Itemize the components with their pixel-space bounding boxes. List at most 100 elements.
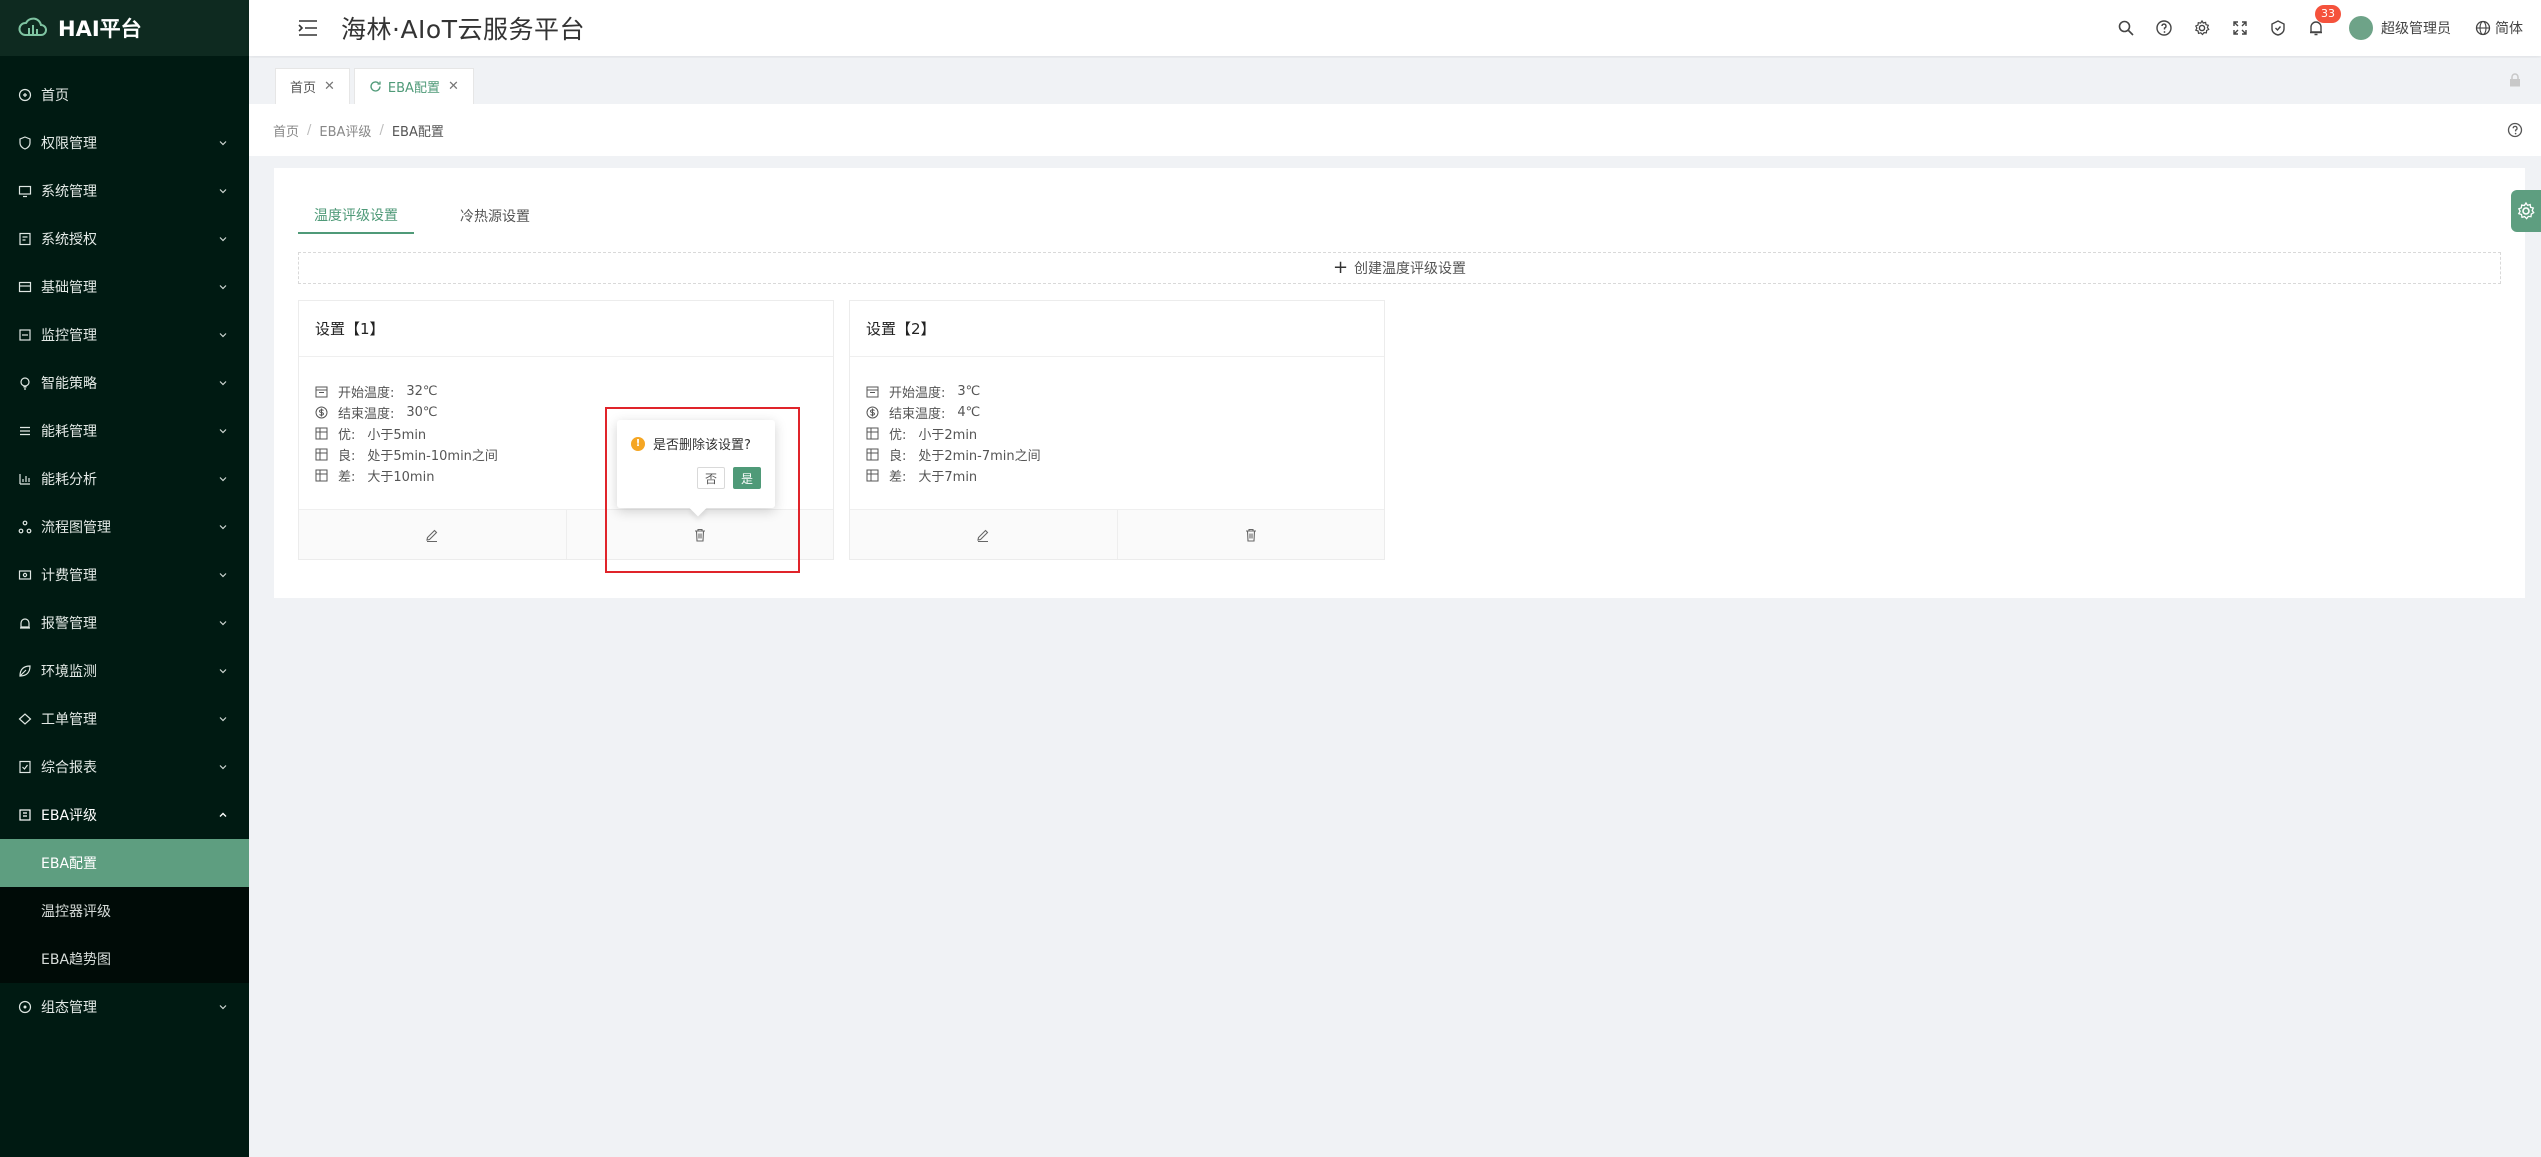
sidebar-item-billing[interactable]: 计费管理 [0, 551, 249, 599]
delete-button[interactable] [1116, 510, 1385, 559]
sidebar-item-alarm[interactable]: 报警管理 [0, 599, 249, 647]
bill-icon [18, 568, 32, 582]
sidebar-subitem-thermostat-rating[interactable]: 温控器评级 [0, 887, 249, 935]
sidebar-item-monitor[interactable]: 监控管理 [0, 311, 249, 359]
sidebar-item-workorder[interactable]: 工单管理 [0, 695, 249, 743]
sidebar-item-permission[interactable]: 权限管理 [0, 119, 249, 167]
user-name[interactable]: 超级管理员 [2381, 18, 2451, 38]
close-icon[interactable]: ✕ [448, 79, 459, 94]
sidebar-item-energy[interactable]: 能耗管理 [0, 407, 249, 455]
sidebar-subitem-eba-trend[interactable]: EBA趋势图 [0, 935, 249, 983]
sidebar-item-eba[interactable]: EBA评级 [0, 791, 249, 839]
monitor-icon [18, 328, 32, 342]
sidebar-item-label: 综合报表 [41, 760, 97, 776]
sidebar-item-label: 权限管理 [41, 136, 97, 152]
sidebar-item-label: 流程图管理 [41, 520, 111, 536]
auth-icon [18, 232, 32, 246]
chevron-up-icon [217, 809, 229, 821]
menu-toggle-icon[interactable] [297, 18, 319, 38]
home-icon [18, 88, 32, 102]
box-icon [18, 280, 32, 294]
config-icon [18, 1000, 32, 1014]
globe-icon [2475, 20, 2491, 36]
eba-submenu: EBA配置 温控器评级 EBA趋势图 [0, 839, 249, 983]
sidebar-item-basic[interactable]: 基础管理 [0, 263, 249, 311]
page-tab-home[interactable]: 首页 ✕ [275, 68, 350, 104]
sidebar: HAI平台 首页 权限管理 系统管理 系统授权 基础管理 监控管理 智能策略 能… [0, 0, 249, 1157]
calendar-icon [315, 385, 328, 398]
sidebar-item-label: 报警管理 [41, 616, 97, 632]
cloud-logo-icon [18, 17, 47, 36]
sidebar-item-energy-analysis[interactable]: 能耗分析 [0, 455, 249, 503]
breadcrumb-eba[interactable]: EBA评级 [319, 121, 371, 140]
chevron-down-icon [217, 281, 229, 293]
brand-name: HAI平台 [58, 17, 142, 41]
sidebar-item-configuration[interactable]: 组态管理 [0, 983, 249, 1031]
report-icon [18, 760, 32, 774]
lock-icon[interactable] [2507, 72, 2523, 88]
card-body: 开始温度: 3℃ 结束温度: 4℃ 优: 小于2min 良: 处于2min-7min之间… [850, 357, 1384, 507]
grid-icon [866, 469, 879, 482]
help-icon[interactable] [2155, 19, 2173, 37]
flow-icon [18, 520, 32, 534]
sidebar-item-authorization[interactable]: 系统授权 [0, 215, 249, 263]
sidebar-item-label: 能耗分析 [41, 472, 97, 488]
confirm-message: ! 是否删除该设置? [631, 434, 761, 453]
floating-settings-button[interactable] [2511, 190, 2541, 232]
card-row-poor: 差: 大于7min [866, 465, 1368, 486]
page-tab-eba-config[interactable]: EBA配置 ✕ [353, 68, 474, 104]
card-title: 设置【1】 [299, 301, 833, 357]
search-icon[interactable] [2117, 19, 2135, 37]
sidebar-item-environment[interactable]: 环境监测 [0, 647, 249, 695]
sidebar-subitem-eba-config[interactable]: EBA配置 [0, 839, 249, 887]
language-label: 简体 [2495, 21, 2523, 37]
chevron-down-icon [217, 377, 229, 389]
sidebar-item-home[interactable]: 首页 [0, 71, 249, 119]
card-row-excellent: 优: 小于2min [866, 423, 1368, 444]
tab-temperature-rating[interactable]: 温度评级设置 [298, 198, 414, 234]
chevron-down-icon [217, 329, 229, 341]
edit-button[interactable] [850, 510, 1117, 559]
list-icon [18, 424, 32, 438]
sidebar-item-label: 系统授权 [41, 232, 97, 248]
edit-icon [977, 529, 989, 542]
chevron-down-icon [217, 185, 229, 197]
bulb-icon [18, 376, 32, 390]
fullscreen-icon[interactable] [2231, 19, 2249, 37]
create-rating-button[interactable]: + 创建温度评级设置 [298, 252, 2501, 284]
card-row-start-temp: 开始温度: 32℃ [315, 381, 817, 402]
delete-confirm-popover: ! 是否删除该设置? 否 是 [617, 420, 775, 517]
alarm-icon [18, 616, 32, 630]
page-tabs-bar: 首页 ✕ EBA配置 ✕ [249, 58, 2541, 104]
close-icon[interactable]: ✕ [324, 79, 335, 94]
brand[interactable]: HAI平台 [0, 0, 249, 56]
breadcrumb-home[interactable]: 首页 [273, 121, 299, 140]
help-icon[interactable] [2507, 122, 2523, 138]
rating-card-2: 设置【2】 开始温度: 3℃ 结束温度: 4℃ 优: 小于2min 良: 处于2min-… [849, 300, 1385, 560]
notification-badge: 33 [2315, 5, 2341, 23]
chevron-down-icon [217, 1001, 229, 1013]
gear-icon [2517, 201, 2535, 220]
cancel-button[interactable]: 否 [697, 467, 725, 489]
sidebar-item-flow[interactable]: 流程图管理 [0, 503, 249, 551]
sidebar-item-system[interactable]: 系统管理 [0, 167, 249, 215]
sidebar-item-strategy[interactable]: 智能策略 [0, 359, 249, 407]
grid-icon [315, 427, 328, 440]
tab-heat-cold-source[interactable]: 冷热源设置 [444, 198, 546, 234]
confirm-button[interactable]: 是 [733, 467, 761, 489]
breadcrumb-current: EBA配置 [391, 124, 444, 140]
gear-icon[interactable] [2193, 19, 2211, 37]
theme-icon[interactable] [2269, 19, 2287, 37]
avatar[interactable] [2349, 16, 2373, 40]
plus-icon: + [1332, 257, 1349, 278]
refresh-icon[interactable] [369, 80, 382, 93]
edit-button[interactable] [299, 510, 566, 559]
delete-button[interactable] [565, 510, 834, 559]
sidebar-item-report[interactable]: 综合报表 [0, 743, 249, 791]
sidebar-item-label: EBA评级 [41, 808, 98, 824]
breadcrumb: 首页 / EBA评级 / EBA配置 [249, 104, 2541, 156]
bell-icon[interactable]: 33 [2307, 5, 2341, 37]
sidebar-item-label: 监控管理 [41, 328, 97, 344]
sidebar-item-label: 系统管理 [41, 184, 97, 200]
language-switch[interactable]: 简体 [2475, 18, 2523, 38]
